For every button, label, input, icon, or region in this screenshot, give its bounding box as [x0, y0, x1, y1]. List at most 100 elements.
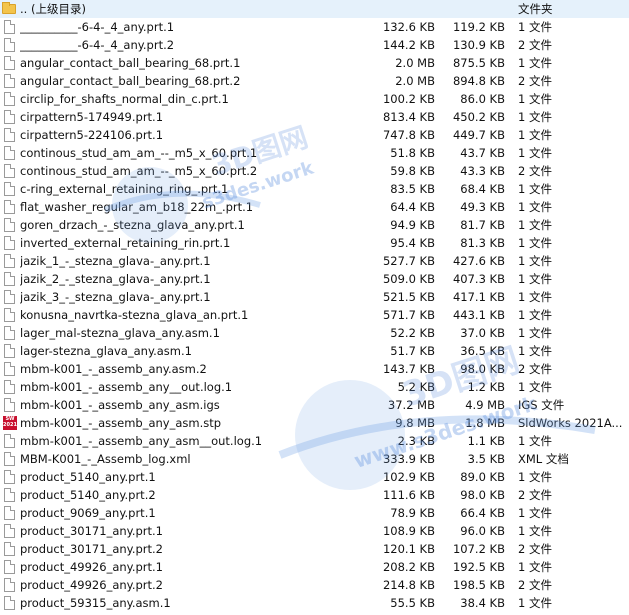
packed-size: 96.0 KB: [460, 524, 505, 538]
file-type: 1 文件: [518, 308, 552, 322]
file-size: 95.4 KB: [390, 236, 435, 250]
packed-size: 875.5 KB: [452, 56, 505, 70]
packed-size: 427.6 KB: [452, 254, 505, 268]
list-item[interactable]: mbm-k001_-_assemb_any_asm__out.log.1 2.3 …: [0, 432, 629, 450]
file-type: 1 文件: [518, 506, 552, 520]
file-size: 747.8 KB: [382, 128, 435, 142]
file-type: 1 文件: [518, 218, 552, 232]
file-type: 2 文件: [518, 578, 552, 592]
file-type: 2 文件: [518, 74, 552, 88]
file-icon: [4, 182, 15, 196]
list-item[interactable]: jazik_2_-_stezna_glava-_any.prt.1 509.0 K…: [0, 270, 629, 288]
file-icon: [4, 218, 15, 232]
file-icon: [4, 128, 15, 142]
list-item[interactable]: product_5140_any.prt.1 102.9 KB 89.0 KB 1 文…: [0, 468, 629, 486]
packed-size: 81.3 KB: [460, 236, 505, 250]
file-name: MBM-K001_-_Assemb_log.xml: [20, 452, 191, 466]
file-name: continous_stud_am_am_--_m5_x_60.prt.2: [20, 164, 258, 178]
list-item[interactable]: angular_contact_ball_bearing_68.prt.1 2.0…: [0, 54, 629, 72]
packed-size: 107.2 KB: [452, 542, 505, 556]
file-icon: [4, 380, 15, 394]
file-size: 51.7 KB: [390, 344, 435, 358]
list-item[interactable]: product_5140_any.prt.2 111.6 KB 98.0 KB 2 文…: [0, 486, 629, 504]
file-size: 214.8 KB: [382, 578, 435, 592]
list-item[interactable]: product_30171_any.prt.2 120.1 KB 107.2 KB 2…: [0, 540, 629, 558]
list-item[interactable]: goren_drzach_-_stezna_glava_any.prt.1 94.…: [0, 216, 629, 234]
file-type: SldWorks 2021A...: [518, 416, 623, 430]
file-name: circlip_for_shafts_normal_din_c.prt.1: [20, 92, 229, 106]
packed-size: 98.0 KB: [460, 488, 505, 502]
list-item[interactable]: mbm-k001_-_assemb_any.asm.2 143.7 KB 98.0 …: [0, 360, 629, 378]
list-item[interactable]: __________-6-4-_4_any.prt.2 144.2 KB 130.9…: [0, 36, 629, 54]
file-icon: [4, 398, 15, 412]
file-name: product_30171_any.prt.1: [20, 524, 163, 538]
list-item[interactable]: mbm-k001_-_assemb_any__out.log.1 5.2 KB 1.…: [0, 378, 629, 396]
file-icon: [4, 506, 15, 520]
file-type: 1 文件: [518, 596, 552, 610]
packed-size: 68.4 KB: [460, 182, 505, 196]
file-size: 108.9 KB: [382, 524, 435, 538]
list-item[interactable]: MBM-K001_-_Assemb_log.xml 333.9 KB 3.5 KB X…: [0, 450, 629, 468]
file-icon: [4, 110, 15, 124]
file-size: 111.6 KB: [382, 488, 435, 502]
list-item[interactable]: __________-6-4-_4_any.prt.1 132.6 KB 119.2…: [0, 18, 629, 36]
packed-size: 119.2 KB: [452, 20, 505, 34]
packed-size: 407.3 KB: [452, 272, 505, 286]
file-icon: [4, 38, 15, 52]
file-type: 1 文件: [518, 344, 552, 358]
list-item[interactable]: .. (上级目录) 文件夹: [0, 0, 629, 18]
file-type: 1 文件: [518, 92, 552, 106]
file-name: __________-6-4-_4_any.prt.1: [20, 20, 175, 34]
list-item[interactable]: product_59315_any.asm.1 55.5 KB 38.4 KB 1 文…: [0, 594, 629, 612]
file-size: 51.8 KB: [390, 146, 435, 160]
list-item[interactable]: inverted_external_retaining_rin.prt.1 95.…: [0, 234, 629, 252]
file-size: 100.2 KB: [382, 92, 435, 106]
file-icon: [4, 56, 15, 70]
file-type: 1 文件: [518, 110, 552, 124]
file-name: mbm-k001_-_assemb_any_asm.igs: [20, 398, 220, 412]
list-item[interactable]: cirpattern5-224106.prt.1 747.8 KB 449.7 KB…: [0, 126, 629, 144]
file-name: lager-stezna_glava_any.asm.1: [20, 344, 192, 358]
list-item[interactable]: konusna_navrtka-stezna_glava_an.prt.1 571…: [0, 306, 629, 324]
list-item[interactable]: jazik_3_-_stezna_glava-_any.prt.1 521.5 K…: [0, 288, 629, 306]
packed-size: 894.8 KB: [452, 74, 505, 88]
file-name: mbm-k001_-_assemb_any.asm.2: [20, 362, 207, 376]
file-name: mbm-k001_-_assemb_any__out.log.1: [20, 380, 233, 394]
list-item[interactable]: product_49926_any.prt.1 208.2 KB 192.5 KB 1…: [0, 558, 629, 576]
list-item[interactable]: SW 2021 mbm-k001_-_assemb_any_asm.stp 9.8 M…: [0, 414, 629, 432]
list-item[interactable]: product_30171_any.prt.1 108.9 KB 96.0 KB 1 …: [0, 522, 629, 540]
file-type: 1 文件: [518, 56, 552, 70]
list-item[interactable]: product_9069_any.prt.1 78.9 KB 66.4 KB 1 文件: [0, 504, 629, 522]
list-item[interactable]: lager_mal-stezna_glava_any.asm.1 52.2 KB 3…: [0, 324, 629, 342]
file-type: 2 文件: [518, 488, 552, 502]
file-size: 132.6 KB: [382, 20, 435, 34]
list-item[interactable]: jazik_1_-_stezna_glava-_any.prt.1 527.7 K…: [0, 252, 629, 270]
file-icon: [4, 470, 15, 484]
file-type: 1 文件: [518, 326, 552, 340]
file-icon: [4, 164, 15, 178]
packed-size: 198.5 KB: [452, 578, 505, 592]
list-item[interactable]: cirpattern5-174949.prt.1 813.4 KB 450.2 KB…: [0, 108, 629, 126]
file-icon: [4, 596, 15, 610]
list-item[interactable]: lager-stezna_glava_any.asm.1 51.7 KB 36.5 …: [0, 342, 629, 360]
packed-size: 43.7 KB: [460, 146, 505, 160]
file-size: 55.5 KB: [390, 596, 435, 610]
list-item[interactable]: circlip_for_shafts_normal_din_c.prt.1 100…: [0, 90, 629, 108]
file-type: 文件夹: [518, 2, 553, 16]
file-name: angular_contact_ball_bearing_68.prt.1: [20, 56, 241, 70]
file-size: 571.7 KB: [382, 308, 435, 322]
list-item[interactable]: flat_washer_regular_am_b18_22m_.prt.1 64.…: [0, 198, 629, 216]
file-name: __________-6-4-_4_any.prt.2: [20, 38, 175, 52]
file-name: lager_mal-stezna_glava_any.asm.1: [20, 326, 220, 340]
file-icon: [4, 452, 15, 466]
packed-size: 43.3 KB: [460, 164, 505, 178]
file-icon: [4, 290, 15, 304]
list-item[interactable]: angular_contact_ball_bearing_68.prt.2 2.0…: [0, 72, 629, 90]
file-icon: [4, 74, 15, 88]
list-item[interactable]: c-ring_external_retaining_ring_.prt.1 83.…: [0, 180, 629, 198]
file-size: 52.2 KB: [390, 326, 435, 340]
list-item[interactable]: product_49926_any.prt.2 214.8 KB 198.5 KB 2…: [0, 576, 629, 594]
list-item[interactable]: continous_stud_am_am_--_m5_x_60.prt.1 51.…: [0, 144, 629, 162]
file-size: 94.9 KB: [390, 218, 435, 232]
file-size: 78.9 KB: [390, 506, 435, 520]
